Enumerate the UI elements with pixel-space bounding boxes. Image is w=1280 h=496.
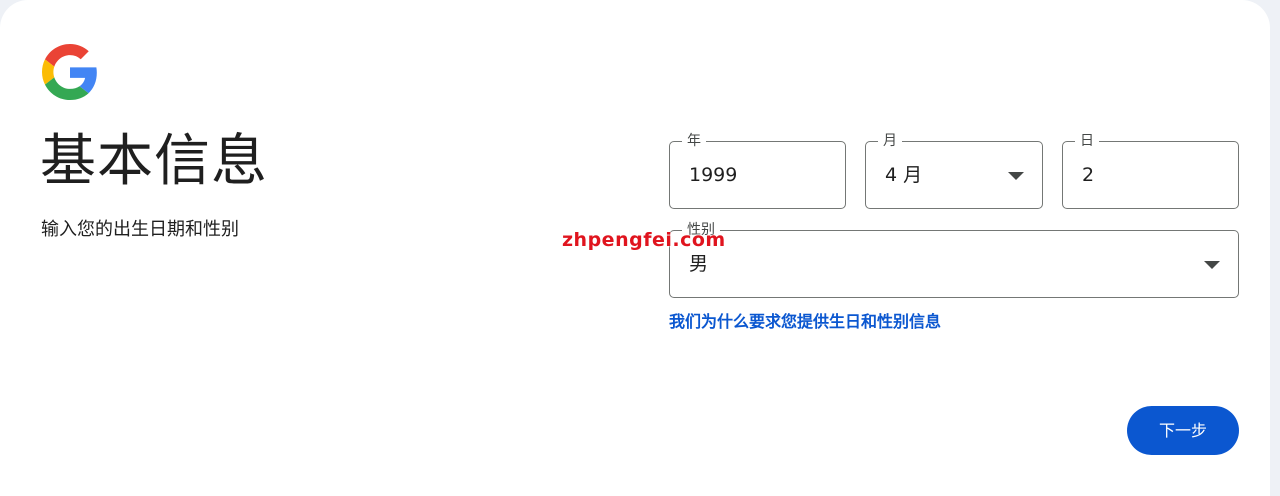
day-field[interactable]: 日 2 [1062, 131, 1239, 209]
year-value: 1999 [689, 164, 738, 186]
dropdown-arrow-icon [1008, 172, 1024, 180]
month-value: 4 月 [885, 164, 923, 186]
page-title: 基本信息 [40, 129, 268, 194]
gender-select[interactable]: 性别 男 [669, 220, 1239, 298]
year-field[interactable]: 年 1999 [669, 131, 846, 209]
day-value: 2 [1082, 164, 1095, 186]
signup-card: 基本信息 输入您的出生日期和性别 年 1999 月 4 月 日 2 性别 男 z… [0, 0, 1270, 496]
dropdown-arrow-icon [1204, 261, 1220, 269]
google-g-icon [42, 44, 97, 100]
why-birthday-gender-link[interactable]: 我们为什么要求您提供生日和性别信息 [669, 310, 941, 334]
watermark: zhpengfei.com [562, 229, 726, 251]
next-button[interactable]: 下一步 [1127, 406, 1239, 455]
month-select[interactable]: 月 4 月 [865, 131, 1043, 209]
page-subtitle: 输入您的出生日期和性别 [41, 219, 239, 240]
